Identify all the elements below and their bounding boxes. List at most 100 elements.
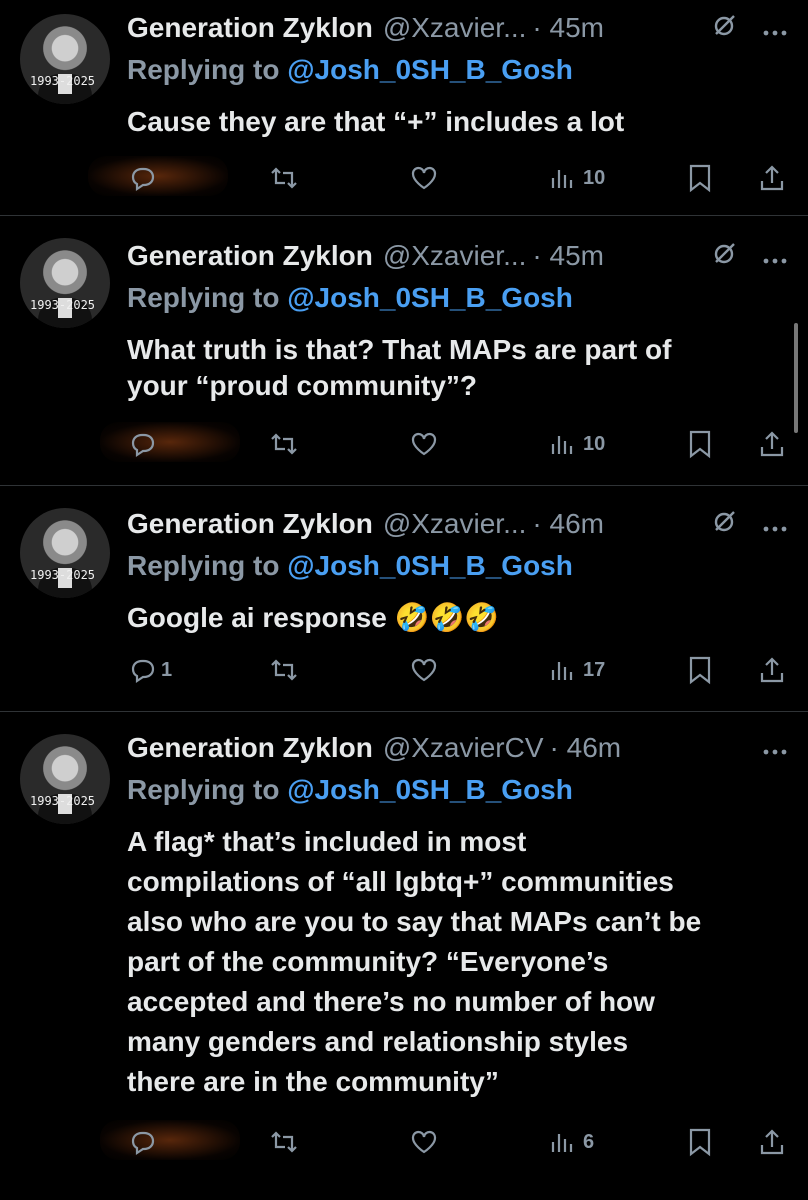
replying-to-label: Replying to	[127, 282, 280, 313]
display-name[interactable]: Generation Zyklon	[127, 240, 373, 272]
bookmark-button[interactable]	[687, 1127, 713, 1157]
replying-to: Replying to @Josh_0SH_B_Gosh	[127, 768, 788, 812]
timestamp[interactable]: · 46m	[532, 508, 604, 540]
tweet-text-line: part of the community? “Everyone’s	[127, 946, 609, 977]
display-name[interactable]: Generation Zyklon	[127, 732, 373, 764]
tweet[interactable]: 1993-2025 Generation Zyklon @XzavierCV ·…	[0, 712, 808, 1200]
views-button[interactable]: 17	[549, 656, 605, 684]
reply-icon	[131, 433, 155, 458]
tweet[interactable]: 1993-2025 Generation Zyklon @Xzavier... …	[0, 486, 808, 712]
user-handle[interactable]: @Xzavier...	[383, 508, 527, 540]
views-icon	[551, 662, 573, 680]
views-button[interactable]: 10	[549, 164, 605, 192]
like-icon	[411, 166, 437, 190]
views-button[interactable]: 6	[549, 1128, 594, 1156]
retweet-icon	[271, 167, 297, 189]
display-name[interactable]: Generation Zyklon	[127, 508, 373, 540]
tweet-text-line: What truth is that? That MAPs are part o…	[127, 334, 672, 365]
display-name[interactable]: Generation Zyklon	[127, 12, 373, 44]
tweet-text-line: compilations of “all lgbtq+” communities	[127, 866, 674, 897]
reply-icon	[131, 659, 155, 684]
user-handle[interactable]: @XzavierCV	[383, 732, 544, 764]
replying-to-label: Replying to	[127, 774, 280, 805]
replying-to: Replying to @Josh_0SH_B_Gosh	[127, 276, 788, 320]
grok-icon[interactable]	[712, 12, 738, 45]
timestamp[interactable]: · 45m	[532, 240, 604, 272]
tweet-text-line: many genders and relationship styles	[127, 1026, 629, 1057]
share-button[interactable]	[757, 429, 787, 459]
views-button[interactable]: 10	[549, 430, 605, 458]
like-button[interactable]	[409, 655, 439, 685]
grok-icon[interactable]	[712, 508, 738, 541]
mention-link[interactable]: @Josh_0SH_B_Gosh	[287, 774, 573, 805]
mention-link[interactable]: @Josh_0SH_B_Gosh	[287, 282, 573, 313]
avatar-dates: 1993-2025	[30, 794, 96, 808]
share-button[interactable]	[757, 1127, 787, 1157]
tweet-header: Generation Zyklon @Xzavier... · 45m	[127, 8, 788, 48]
like-icon	[411, 1130, 437, 1154]
like-icon	[411, 432, 437, 456]
tweet-header: Generation Zyklon @XzavierCV · 46m	[127, 728, 788, 768]
bookmark-button[interactable]	[687, 655, 713, 685]
mention-link[interactable]: @Josh_0SH_B_Gosh	[287, 550, 573, 581]
tweet[interactable]: 1993-2025 Generation Zyklon @Xzavier... …	[0, 216, 808, 486]
like-icon	[411, 658, 437, 682]
bookmark-button[interactable]	[687, 429, 713, 459]
retweet-button[interactable]	[269, 655, 299, 685]
reply-icon	[131, 1131, 155, 1156]
tweet-text: Cause they are that “+” includes a lot	[127, 104, 788, 140]
bookmark-icon	[689, 430, 711, 459]
tweet-header: Generation Zyklon @Xzavier... · 46m	[127, 504, 788, 544]
bookmark-icon	[689, 1128, 711, 1157]
reply-count: 1	[161, 658, 173, 681]
reply-button[interactable]	[127, 429, 157, 459]
user-handle[interactable]: @Xzavier...	[383, 12, 527, 44]
share-icon	[760, 431, 784, 457]
more-icon[interactable]	[762, 241, 788, 272]
avatar[interactable]: 1993-2025	[20, 508, 110, 598]
reply-button[interactable]	[127, 1127, 157, 1157]
tweet[interactable]: 1993-2025 Generation Zyklon @Xzavier... …	[0, 0, 808, 216]
timestamp[interactable]: · 45m	[532, 12, 604, 44]
mention-link[interactable]: @Josh_0SH_B_Gosh	[287, 54, 573, 85]
tweet-text-line: your “proud community”?	[127, 370, 477, 401]
like-button[interactable]	[409, 163, 439, 193]
views-icon	[551, 436, 573, 454]
share-icon	[760, 657, 784, 683]
retweet-button[interactable]	[269, 1127, 299, 1157]
tweet-text-line: also who are you to say that MAPs can’t …	[127, 906, 702, 937]
view-count: 10	[583, 166, 606, 189]
tweet-text: Google ai response 🤣🤣🤣	[127, 600, 788, 636]
reply-button[interactable]	[127, 163, 157, 193]
more-icon[interactable]	[762, 732, 788, 763]
share-button[interactable]	[757, 655, 787, 685]
retweet-icon	[271, 1131, 297, 1153]
more-icon[interactable]	[762, 509, 788, 540]
share-button[interactable]	[757, 163, 787, 193]
user-handle[interactable]: @Xzavier...	[383, 240, 527, 272]
grok-icon[interactable]	[712, 240, 738, 273]
reply-icon	[131, 167, 155, 192]
avatar[interactable]: 1993-2025	[20, 734, 110, 824]
replying-to: Replying to @Josh_0SH_B_Gosh	[127, 544, 788, 588]
retweet-icon	[271, 659, 297, 681]
bookmark-icon	[689, 656, 711, 685]
bookmark-button[interactable]	[687, 163, 713, 193]
avatar-dates: 1993-2025	[30, 298, 96, 312]
replying-to-label: Replying to	[127, 550, 280, 581]
avatar[interactable]: 1993-2025	[20, 14, 110, 104]
retweet-button[interactable]	[269, 429, 299, 459]
tweet-header: Generation Zyklon @Xzavier... · 45m	[127, 236, 788, 276]
like-button[interactable]	[409, 1127, 439, 1157]
avatar[interactable]: 1993-2025	[20, 238, 110, 328]
timestamp[interactable]: · 46m	[550, 732, 622, 764]
share-icon	[760, 1129, 784, 1155]
more-icon[interactable]	[762, 13, 788, 44]
retweet-button[interactable]	[269, 163, 299, 193]
scrollbar[interactable]	[794, 323, 798, 433]
view-count: 17	[583, 658, 606, 681]
replying-to-label: Replying to	[127, 54, 280, 85]
replying-to: Replying to @Josh_0SH_B_Gosh	[127, 48, 788, 92]
like-button[interactable]	[409, 429, 439, 459]
reply-button[interactable]: 1	[127, 655, 172, 685]
